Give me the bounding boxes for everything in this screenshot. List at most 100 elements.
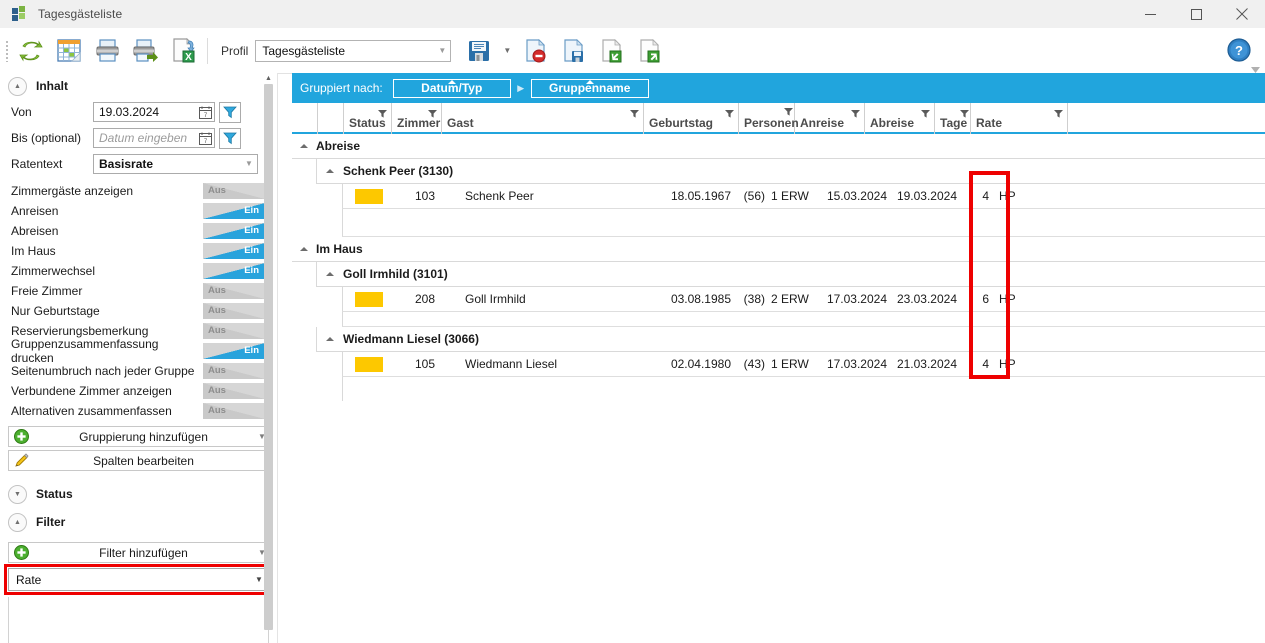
column-header-gast[interactable]: Gast [442, 103, 644, 134]
bis-filter-button[interactable] [219, 127, 241, 149]
toggle-caption: Aus [208, 325, 226, 336]
collapse-icon[interactable] [292, 247, 316, 251]
ratentext-select[interactable]: Basisrate ▼ [93, 154, 258, 174]
subgroup-row-schenk-peer[interactable]: Schenk Peer (3130) [316, 159, 1265, 184]
toggle-seitenumbruch-nach-jeder-gruppe[interactable]: Aus [203, 363, 265, 379]
toggle-nur-geburtstage[interactable]: Aus [203, 303, 265, 319]
print-button[interactable] [89, 32, 125, 70]
add-filter-button[interactable]: Filter hinzufügen ▼ [8, 542, 271, 563]
minimize-icon[interactable] [1127, 0, 1173, 28]
funnel-icon[interactable] [921, 107, 930, 118]
cell-abreise: 23.03.2024 [896, 292, 957, 306]
toggle-alternativen-zusammenfassen[interactable]: Aus [203, 403, 265, 419]
printer-icon [96, 39, 118, 62]
table-row[interactable]: 105 Wiedmann Liesel 02.04.1980 (43) 1 ER… [342, 352, 1265, 377]
chevron-down-icon[interactable]: ▼ [8, 484, 27, 504]
toolbar-overflow-icon[interactable] [1251, 63, 1260, 73]
table-row[interactable]: 208 Goll Irmhild 03.08.1985 (38) 2 ERW 1… [342, 287, 1265, 312]
section-inhalt[interactable]: ▲ Inhalt [0, 73, 277, 99]
funnel-icon[interactable] [428, 107, 437, 118]
toggle-label: Im Haus [11, 244, 56, 258]
main-toolbar: X Profil Tagesgästeliste ▼ ▼ [0, 28, 1265, 74]
chevron-up-icon[interactable]: ▲ [8, 76, 27, 96]
collapse-icon[interactable] [292, 144, 316, 148]
column-header-anreise[interactable]: Anreise [795, 103, 865, 134]
cell-rate: HP [999, 189, 1016, 203]
group-chip-gruppenname[interactable]: Gruppenname [530, 78, 649, 98]
column-header-label: Status [349, 116, 386, 130]
chevron-down-icon: ▼ [245, 159, 253, 168]
export-excel-button[interactable]: X [165, 32, 201, 70]
column-header-personen[interactable]: Personen [739, 103, 799, 134]
subgroup-row-wiedmann-liesel[interactable]: Wiedmann Liesel (3066) [316, 327, 1265, 352]
save-profile-button[interactable] [461, 32, 497, 70]
toggle-freie-zimmer[interactable]: Aus [203, 283, 265, 299]
calendar-icon[interactable]: 7 [196, 132, 214, 145]
group-chip-datum-typ[interactable]: Datum/Typ [392, 78, 511, 98]
collapse-icon[interactable] [317, 337, 343, 341]
funnel-icon[interactable] [378, 107, 387, 118]
toggle-zimmergaeste-anzeigen[interactable]: Aus [203, 183, 265, 199]
column-header-geburtstag[interactable]: Geburtstag [644, 103, 739, 134]
edit-columns-button[interactable]: Spalten bearbeiten [8, 450, 271, 471]
von-filter-button[interactable] [219, 101, 241, 123]
funnel-icon[interactable] [1054, 107, 1063, 118]
group-row-abreise[interactable]: Abreise [292, 134, 1265, 159]
print-direct-button[interactable] [127, 32, 163, 70]
cell-personen: 1 ERW [771, 357, 809, 371]
cell-tage: 4 [982, 189, 989, 203]
column-header-tage[interactable]: Tage [935, 103, 971, 134]
field-ratentext: Ratentext Basisrate ▼ [0, 151, 277, 177]
document-import-icon [602, 39, 622, 63]
collapse-icon[interactable] [317, 169, 343, 173]
toggle-im-haus[interactable]: Ein [203, 243, 265, 259]
chevron-up-icon[interactable]: ▲ [8, 512, 27, 532]
filter-chip-rate[interactable]: Rate ▼ [4, 564, 273, 595]
funnel-icon[interactable] [630, 107, 639, 118]
calendar-icon[interactable]: 7 [196, 106, 214, 119]
calendar-button[interactable] [51, 32, 87, 70]
toggle-verbundene-zimmer-anzeigen[interactable]: Aus [203, 383, 265, 399]
refresh-button[interactable] [13, 32, 49, 70]
funnel-icon[interactable] [725, 107, 734, 118]
scroll-up-icon[interactable]: ▲ [264, 74, 273, 83]
cell-anreise: 15.03.2024 [826, 189, 887, 203]
toggle-abreisen[interactable]: Ein [203, 223, 265, 239]
maximize-icon[interactable] [1173, 0, 1219, 28]
scrollbar-thumb[interactable] [264, 84, 273, 630]
close-icon[interactable] [1219, 0, 1265, 28]
bis-date-input[interactable]: Datum eingeben 7 [93, 128, 215, 148]
sidebar-scrollbar[interactable]: ▲ [264, 74, 273, 640]
funnel-icon[interactable] [960, 107, 969, 118]
add-grouping-button[interactable]: Gruppierung hinzufügen ▼ [8, 426, 271, 447]
collapse-icon[interactable] [317, 272, 343, 276]
column-header-zimmer[interactable]: Zimmer [392, 103, 442, 134]
section-title-filter: Filter [36, 515, 66, 529]
toolbar-grip[interactable] [5, 39, 9, 62]
toggle-anreisen[interactable]: Ein [203, 203, 265, 219]
import-profile-button[interactable] [593, 32, 629, 70]
profile-select[interactable]: Tagesgästeliste ▼ [255, 39, 452, 62]
toggle-row-abreisen: Abreisen Ein [0, 221, 277, 241]
funnel-icon[interactable] [784, 105, 793, 116]
table-row[interactable]: 103 Schenk Peer 18.05.1967 (56) 1 ERW 15… [342, 184, 1265, 209]
toggle-zimmerwechsel[interactable]: Ein [203, 263, 265, 279]
toggle-reservierungsbemerkung[interactable]: Aus [203, 323, 265, 339]
toggle-gruppenzusammenfassung-drucken[interactable]: Ein [203, 343, 265, 359]
section-filter[interactable]: ▲ Filter [0, 509, 277, 535]
save-as-profile-button[interactable] [555, 32, 591, 70]
column-header-abreise[interactable]: Abreise [865, 103, 935, 134]
section-status[interactable]: ▼ Status [0, 481, 277, 507]
subgroup-row-goll-irmhild[interactable]: Goll Irmhild (3101) [316, 262, 1265, 287]
cell-gast: Wiedmann Liesel [465, 357, 558, 371]
funnel-icon[interactable] [851, 107, 860, 118]
export-profile-button[interactable] [631, 32, 667, 70]
column-header-rate[interactable]: Rate [971, 103, 1068, 134]
save-dropdown-button[interactable]: ▼ [499, 32, 515, 70]
help-button[interactable]: ? [1227, 38, 1251, 62]
delete-profile-button[interactable] [517, 32, 553, 70]
group-row-im-haus[interactable]: Im Haus [292, 237, 1265, 262]
toggle-caption: Ein [244, 345, 259, 356]
von-date-input[interactable]: 19.03.2024 7 [93, 102, 215, 122]
column-header-status[interactable]: Status [344, 103, 392, 134]
